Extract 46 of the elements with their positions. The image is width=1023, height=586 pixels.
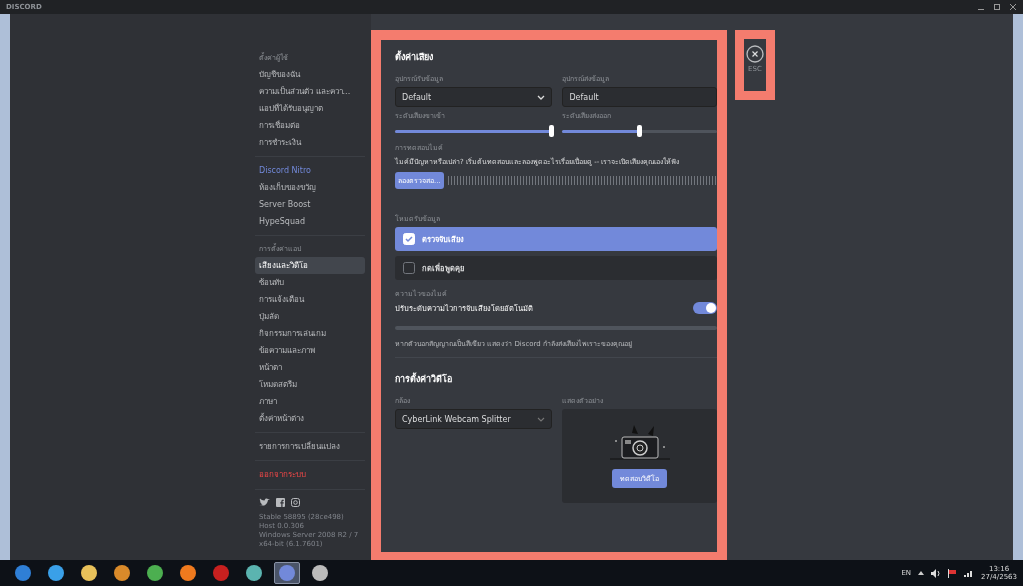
sidebar-item[interactable]: ออกจากระบบ — [255, 466, 365, 483]
close-icon[interactable] — [746, 45, 764, 63]
sidebar-item[interactable]: ภาษา — [255, 393, 365, 410]
signal-icon[interactable] — [964, 569, 975, 577]
sidebar-item[interactable]: โหมดสตรีม — [255, 376, 365, 393]
sidebar-item[interactable]: การเชื่อมต่อ — [255, 117, 365, 134]
volume-slider[interactable] — [395, 125, 553, 137]
sidebar-item[interactable]: ปุ่มลัด — [255, 308, 365, 325]
flag-icon[interactable] — [948, 568, 958, 578]
section-title: การตั้งค่าวิดีโอ — [395, 372, 453, 386]
sidebar-item[interactable]: กิจกรรมการเล่นเกม — [255, 325, 365, 342]
sidebar-item[interactable]: แอปที่ได้รับอนุญาต — [255, 100, 365, 117]
speaker-icon[interactable] — [931, 568, 942, 578]
close-icon[interactable] — [1009, 3, 1017, 11]
toggle-switch[interactable] — [693, 302, 717, 314]
slider-thumb[interactable] — [549, 125, 555, 137]
chevron-icon — [537, 416, 546, 422]
checkbox-icon — [403, 262, 415, 274]
volume-slider[interactable] — [562, 125, 717, 137]
sidebar-item[interactable]: ซ้อนทับ — [255, 274, 365, 291]
sidebar-item[interactable]: ห้องเก็บของขวัญ — [255, 179, 365, 196]
chevron-icon — [537, 94, 546, 100]
sidebar-item[interactable]: ความเป็นส่วนตัว และควา... — [255, 83, 365, 100]
camera-select[interactable]: CyberLink Webcam Splitter — [395, 409, 553, 429]
bird-icon[interactable] — [259, 498, 270, 507]
sidebar-item[interactable]: หน้าตา — [255, 359, 365, 376]
output-device-select[interactable]: Default — [562, 87, 717, 107]
camera-drawing — [607, 424, 672, 461]
caret-up-icon[interactable] — [918, 571, 925, 575]
input-device-select[interactable]: Default — [395, 87, 553, 107]
sidebar-item[interactable]: Server Boost — [255, 196, 365, 213]
sidebar-item[interactable]: รายการการเปลี่ยนแปลง — [255, 438, 365, 455]
sidebar-item[interactable]: เสียงและวิดีโอ — [255, 257, 365, 274]
sidebar-item[interactable]: บัญชีของฉัน — [255, 66, 365, 83]
sidebar-item[interactable]: ข้อความและภาพ — [255, 342, 365, 359]
slider-thumb[interactable] — [636, 125, 642, 137]
f-square-icon[interactable] — [276, 498, 285, 507]
sidebar-item[interactable]: การชำระเงิน — [255, 134, 365, 151]
camera-square-icon[interactable] — [291, 498, 300, 507]
checkbox-icon — [403, 233, 415, 245]
sidebar-item[interactable]: HypeSquad — [255, 213, 365, 230]
sidebar-item[interactable]: การแจ้งเตือน — [255, 291, 365, 308]
section-title: ตั้งค่าเสียง — [395, 50, 434, 64]
sidebar-item[interactable]: Discord Nitro — [255, 162, 365, 179]
sidebar-item[interactable]: ตั้งค่าหน้าต่าง — [255, 410, 365, 427]
maximize-icon[interactable] — [993, 3, 1001, 11]
